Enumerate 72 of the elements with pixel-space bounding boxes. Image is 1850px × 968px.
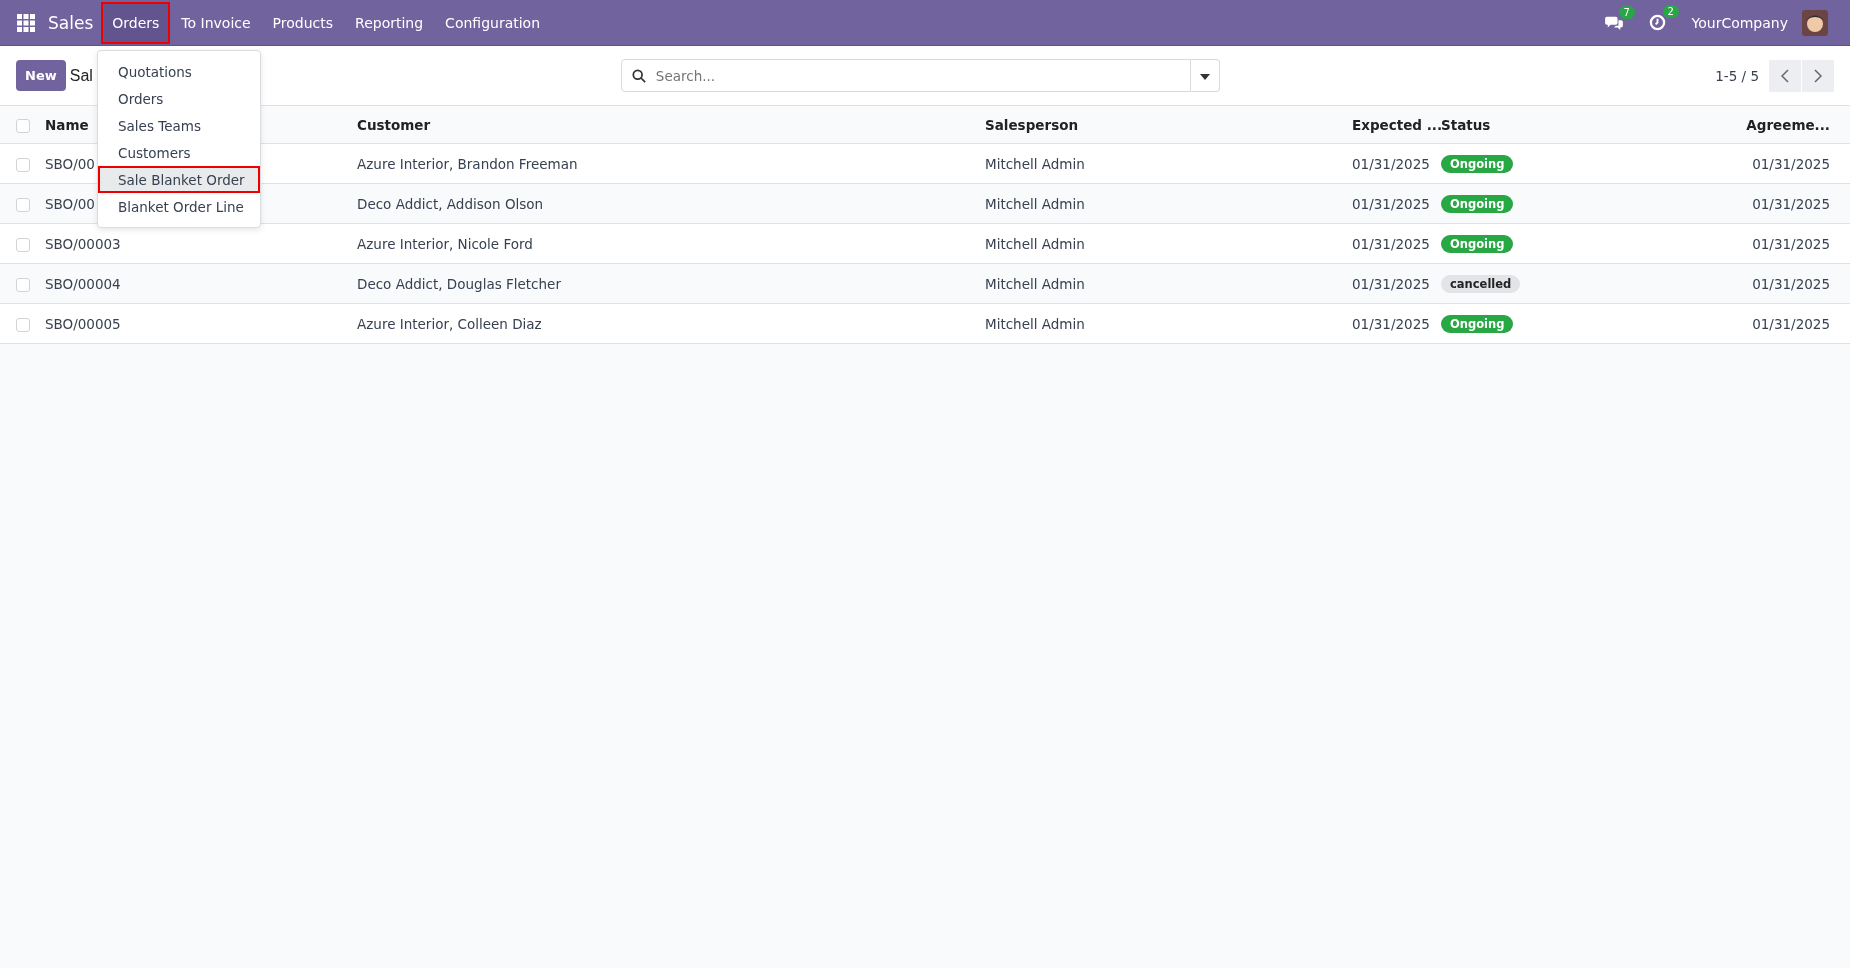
dropdown-item[interactable]: Orders <box>98 85 260 112</box>
status-badge: cancelled <box>1441 274 1521 293</box>
caret-icon <box>1199 74 1210 80</box>
table-cell: 01/31/2025 <box>1752 235 1830 252</box>
dropdown-item[interactable]: Customers <box>98 139 260 166</box>
previous-button[interactable] <box>1769 59 1801 92</box>
table-cell: SBO/00 <box>45 155 95 172</box>
row-checkbox[interactable] <box>16 277 30 292</box>
table-cell: 01/31/2025 <box>1752 155 1830 172</box>
table-cell: Mitchell Admin <box>985 275 1085 292</box>
table-cell: Mitchell Admin <box>985 155 1085 172</box>
dropdown-item[interactable]: Quotations <box>98 58 260 85</box>
column-header[interactable]: Status <box>1441 116 1491 133</box>
table-cell: SBO/00 <box>45 195 95 212</box>
dropdown-item[interactable]: Sale Blanket Order <box>98 166 260 193</box>
row-checkbox[interactable] <box>16 157 30 172</box>
column-header[interactable]: Agreeme... <box>1746 116 1830 133</box>
table-cell: 01/31/2025 <box>1752 275 1830 292</box>
table-cell: Azure Interior, Colleen Diaz <box>357 315 542 332</box>
menu-item[interactable]: Reporting <box>344 1 435 44</box>
column-header[interactable]: Salesperson <box>985 116 1079 133</box>
table-cell: 01/31/2025 <box>1352 195 1430 212</box>
app-name[interactable]: Sales <box>48 12 94 33</box>
column-header[interactable]: Name <box>45 116 89 133</box>
row-checkbox[interactable] <box>16 197 30 212</box>
status-badge: Ongoing <box>1441 194 1514 213</box>
table-cell: Mitchell Admin <box>985 235 1085 252</box>
table-cell: SBO/00003 <box>45 235 121 252</box>
table-cell: 01/31/2025 <box>1752 315 1830 332</box>
status-badge: Ongoing <box>1441 154 1514 173</box>
menu-item[interactable]: Products <box>261 1 345 44</box>
column-header[interactable]: Customer <box>357 116 431 133</box>
table-cell: SBO/00004 <box>45 275 121 292</box>
status-badge: Ongoing <box>1441 314 1514 333</box>
row-checkbox[interactable] <box>16 317 30 332</box>
pager-value: 1-5 / 5 <box>1715 67 1759 84</box>
column-header[interactable]: Expected ... <box>1352 116 1443 133</box>
avatar-icon[interactable] <box>1802 9 1828 36</box>
clock-icon[interactable] <box>1648 14 1666 31</box>
menu-item[interactable]: Orders <box>101 1 171 44</box>
table-cell: Azure Interior, Nicole Ford <box>357 235 533 252</box>
next-button[interactable] <box>1802 59 1834 92</box>
row-checkbox[interactable] <box>16 237 30 252</box>
page-title: Sal <box>69 66 93 85</box>
menu-item[interactable]: Configuration <box>434 1 552 44</box>
dropdown-item[interactable]: Sales Teams <box>98 112 260 139</box>
company-switcher[interactable]: YourCompany <box>1691 14 1788 31</box>
table-cell: 01/31/2025 <box>1352 275 1430 292</box>
apps-menu-icon[interactable] <box>17 13 35 32</box>
search-options-button[interactable] <box>1190 59 1220 92</box>
new-button[interactable]: New <box>16 60 66 91</box>
table-cell: 01/31/2025 <box>1352 315 1430 332</box>
chevron-right-icon <box>1814 68 1822 83</box>
select-all-checkbox[interactable] <box>16 118 30 133</box>
search-field[interactable]: Search... <box>620 59 1191 92</box>
search-icon <box>631 69 646 83</box>
activity-count: 2 <box>1662 5 1679 18</box>
table-cell: Mitchell Admin <box>985 195 1085 212</box>
table-cell: 01/31/2025 <box>1752 195 1830 212</box>
message-count: 7 <box>1618 5 1635 19</box>
table-cell: 01/31/2025 <box>1352 235 1430 252</box>
table-cell: Deco Addict, Douglas Fletcher <box>357 275 561 292</box>
status-badge: Ongoing <box>1441 234 1514 253</box>
chevron-left-icon <box>1781 68 1789 83</box>
table-cell: Azure Interior, Brandon Freeman <box>357 155 578 172</box>
table-cell: SBO/00005 <box>45 315 121 332</box>
menu-item[interactable]: To Invoice <box>170 1 262 44</box>
table-cell: 01/31/2025 <box>1352 155 1430 172</box>
dropdown-item[interactable]: Blanket Order Line <box>98 193 260 220</box>
chat-icon[interactable] <box>1604 14 1623 31</box>
table-cell: Deco Addict, Addison Olson <box>357 195 544 212</box>
table-cell: Mitchell Admin <box>985 315 1085 332</box>
